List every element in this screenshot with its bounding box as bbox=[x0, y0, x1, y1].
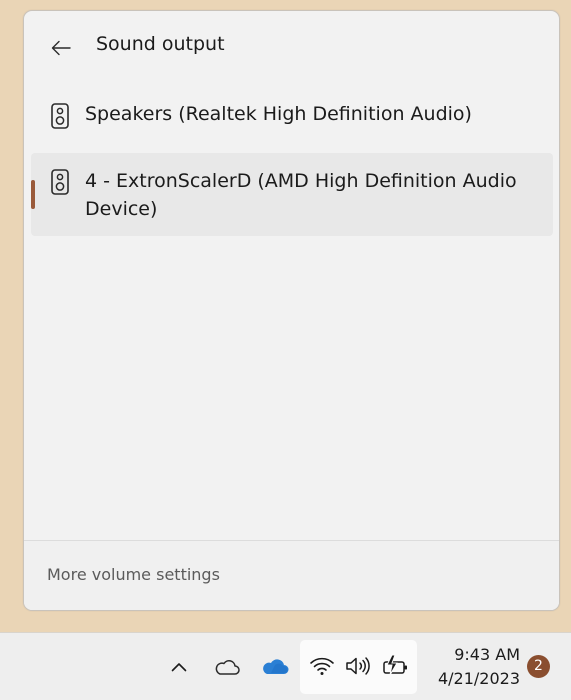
back-button[interactable] bbox=[42, 31, 80, 65]
speaker-icon bbox=[51, 103, 69, 129]
cloud-icon bbox=[215, 660, 240, 675]
device-label: Speakers (Realtek High Definition Audio) bbox=[85, 103, 472, 125]
more-volume-settings-link[interactable]: More volume settings bbox=[47, 565, 220, 584]
sound-output-flyout: Sound output Speakers (Realtek High Defi… bbox=[23, 10, 560, 611]
device-item-extron-scaler[interactable]: 4 - ExtronScalerD (AMD High Definition A… bbox=[31, 153, 553, 236]
clock-button[interactable]: 9:43 AM 4/21/2023 bbox=[424, 643, 520, 691]
flyout-title: Sound output bbox=[96, 33, 225, 55]
onedrive-icon bbox=[263, 659, 289, 674]
wifi-icon bbox=[310, 657, 334, 675]
selection-indicator bbox=[31, 180, 35, 209]
taskbar: 9:43 AM 4/21/2023 bbox=[0, 632, 571, 700]
back-arrow-icon bbox=[51, 40, 71, 56]
chevron-up-icon bbox=[171, 663, 187, 672]
flyout-header: Sound output bbox=[24, 11, 559, 83]
clock-date: 4/21/2023 bbox=[437, 669, 520, 688]
flyout-footer: More volume settings bbox=[24, 540, 559, 610]
show-hidden-icons-button[interactable] bbox=[166, 652, 192, 682]
notification-badge[interactable]: 2 bbox=[527, 655, 550, 678]
device-label: 4 - ExtronScalerD (AMD High Definition A… bbox=[85, 170, 517, 220]
speaker-icon bbox=[51, 169, 69, 195]
quick-settings-button[interactable] bbox=[300, 640, 417, 694]
device-item-speakers[interactable]: Speakers (Realtek High Definition Audio) bbox=[31, 81, 553, 149]
onedrive-tray-button[interactable] bbox=[259, 652, 291, 682]
volume-icon bbox=[346, 657, 370, 675]
battery-charging-icon bbox=[383, 654, 407, 676]
clock-time: 9:43 AM bbox=[454, 645, 520, 664]
cloud-tray-button[interactable] bbox=[211, 652, 243, 682]
